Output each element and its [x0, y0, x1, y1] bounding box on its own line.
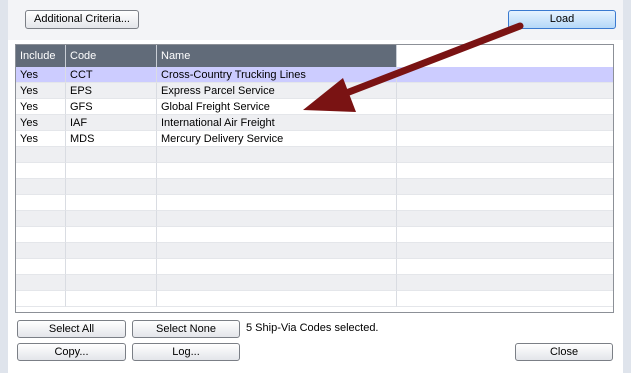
cell-code [66, 179, 157, 195]
empty-row [16, 275, 613, 291]
cell-empty [397, 243, 613, 259]
cell-include [16, 243, 66, 259]
cell-include: Yes [16, 99, 66, 115]
cell-code: CCT [66, 67, 157, 83]
grid-body: Yes CCT Cross-Country Trucking Lines Yes EPS… [16, 67, 613, 312]
column-header-name[interactable]: Name [157, 45, 397, 67]
empty-row [16, 259, 613, 275]
empty-row [16, 147, 613, 163]
cell-name [157, 147, 397, 163]
empty-row [16, 211, 613, 227]
cell-name [157, 275, 397, 291]
grid-header: Include Code Name [16, 45, 397, 67]
cell-code [66, 275, 157, 291]
cell-empty [397, 179, 613, 195]
column-header-code[interactable]: Code [66, 45, 157, 67]
cell-name: Cross-Country Trucking Lines [157, 67, 397, 83]
cell-include: Yes [16, 131, 66, 147]
cell-code [66, 211, 157, 227]
cell-include: Yes [16, 67, 66, 83]
cell-code: GFS [66, 99, 157, 115]
cell-include [16, 147, 66, 163]
cell-include: Yes [16, 115, 66, 131]
empty-row [16, 243, 613, 259]
cell-code: IAF [66, 115, 157, 131]
cell-name [157, 227, 397, 243]
cell-include [16, 291, 66, 307]
table-row[interactable]: Yes GFS Global Freight Service [16, 99, 613, 115]
cell-empty [397, 147, 613, 163]
cell-code [66, 147, 157, 163]
cell-empty [397, 291, 613, 307]
cell-include: Yes [16, 83, 66, 99]
table-row[interactable]: Yes CCT Cross-Country Trucking Lines [16, 67, 613, 83]
cell-name [157, 291, 397, 307]
cell-name: Express Parcel Service [157, 83, 397, 99]
table-row[interactable]: Yes EPS Express Parcel Service [16, 83, 613, 99]
cell-include [16, 195, 66, 211]
cell-empty [397, 195, 613, 211]
selection-status-text: 5 Ship-Via Codes selected. [246, 322, 379, 334]
cell-empty [397, 67, 613, 83]
cell-empty [397, 99, 613, 115]
copy-button[interactable]: Copy... [17, 343, 126, 361]
ship-via-grid[interactable]: Include Code Name Yes CCT Cross-Country Tr… [15, 44, 614, 313]
cell-name [157, 211, 397, 227]
close-button[interactable]: Close [515, 343, 613, 361]
select-none-button[interactable]: Select None [132, 320, 240, 338]
cell-empty [397, 163, 613, 179]
column-header-include[interactable]: Include [16, 45, 66, 67]
cell-name [157, 195, 397, 211]
cell-empty [397, 131, 613, 147]
empty-row [16, 195, 613, 211]
cell-code [66, 163, 157, 179]
cell-code [66, 195, 157, 211]
cell-include [16, 227, 66, 243]
cell-name: International Air Freight [157, 115, 397, 131]
cell-code: MDS [66, 131, 157, 147]
select-all-button[interactable]: Select All [17, 320, 126, 338]
cell-include [16, 259, 66, 275]
cell-name [157, 243, 397, 259]
cell-empty [397, 83, 613, 99]
cell-name: Mercury Delivery Service [157, 131, 397, 147]
cell-include [16, 179, 66, 195]
load-button[interactable]: Load [508, 10, 616, 29]
table-row[interactable]: Yes IAF International Air Freight [16, 115, 613, 131]
table-row[interactable]: Yes MDS Mercury Delivery Service [16, 131, 613, 147]
additional-criteria-button[interactable]: Additional Criteria... [25, 10, 139, 29]
empty-row [16, 163, 613, 179]
cell-code [66, 243, 157, 259]
cell-code [66, 259, 157, 275]
cell-name [157, 179, 397, 195]
cell-name [157, 163, 397, 179]
cell-include [16, 275, 66, 291]
empty-row [16, 179, 613, 195]
log-button[interactable]: Log... [132, 343, 240, 361]
cell-empty [397, 259, 613, 275]
cell-code [66, 227, 157, 243]
cell-empty [397, 227, 613, 243]
cell-empty [397, 211, 613, 227]
cell-code: EPS [66, 83, 157, 99]
cell-empty [397, 115, 613, 131]
cell-name [157, 259, 397, 275]
cell-include [16, 211, 66, 227]
cell-code [66, 291, 157, 307]
cell-include [16, 163, 66, 179]
empty-row [16, 291, 613, 307]
cell-empty [397, 275, 613, 291]
cell-name: Global Freight Service [157, 99, 397, 115]
empty-row [16, 227, 613, 243]
